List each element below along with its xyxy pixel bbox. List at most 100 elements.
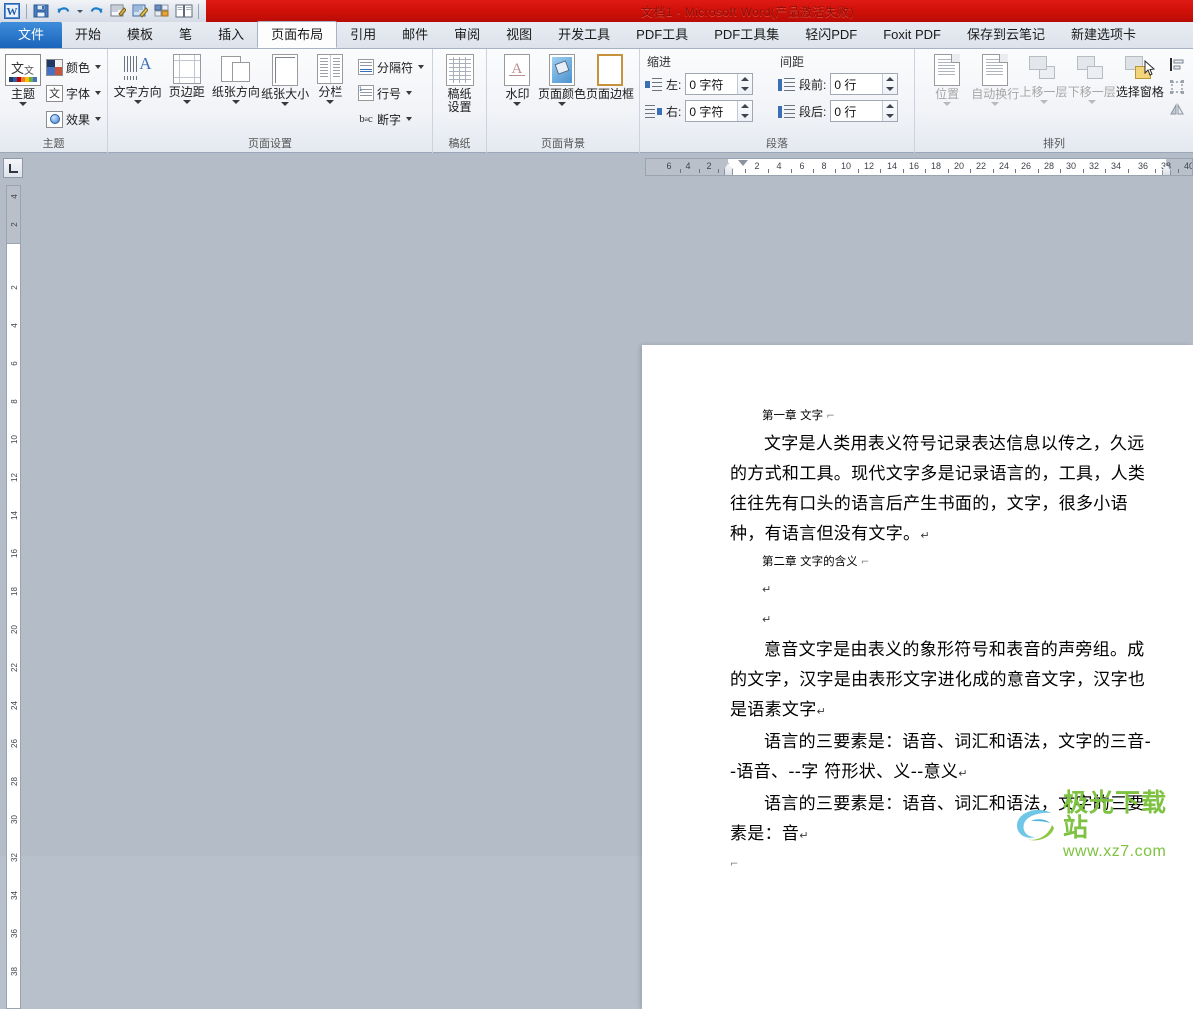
columns-button[interactable]: 分栏	[310, 52, 351, 104]
rotate-button[interactable]	[1166, 98, 1188, 120]
document-page[interactable]: 第一章 文字 ⌐ 文字是人类用表义符号记录表达信息以传之，久远的方式和工具。现代…	[642, 345, 1193, 1009]
spacing-before-spin-up[interactable]	[883, 74, 897, 84]
spacing-after-spin-up[interactable]	[883, 101, 897, 111]
redo-icon[interactable]	[86, 2, 106, 21]
tab-review[interactable]: 审阅	[441, 22, 493, 48]
ribbon-tab-bar[interactable]: 文件 开始 模板 笔 插入 页面布局 引用 邮件 审阅 视图 开发工具 PDF工…	[0, 21, 1193, 49]
indent-left-field[interactable]	[685, 73, 754, 95]
save-icon[interactable]	[31, 2, 51, 21]
indent-right-spin-down[interactable]	[738, 111, 752, 121]
undo-dropdown-icon[interactable]	[75, 2, 84, 21]
line-numbers-caret-icon[interactable]	[406, 91, 412, 95]
tab-mailings[interactable]: 邮件	[389, 22, 441, 48]
spacing-after-field[interactable]	[830, 100, 899, 122]
tab-save-to-cloud-note[interactable]: 保存到云笔记	[954, 22, 1058, 48]
theme-colors-caret-icon[interactable]	[95, 65, 102, 69]
quick-access-toolbar[interactable]: W	[0, 0, 223, 22]
themes-caret-icon[interactable]	[19, 102, 27, 106]
manuscript-settings-button[interactable]: 稿纸 设置	[438, 52, 481, 114]
spacing-before-spin-down[interactable]	[883, 84, 897, 94]
undo-icon[interactable]	[53, 2, 73, 21]
tab-file[interactable]: 文件	[0, 22, 63, 48]
indent-left-row: 左:	[645, 72, 772, 96]
tab-new-tab[interactable]: 新建选项卡	[1058, 22, 1149, 48]
indent-right-spin-up[interactable]	[738, 101, 752, 111]
spacing-before-field[interactable]	[830, 73, 899, 95]
page-color-caret-icon[interactable]	[557, 102, 566, 106]
tab-stop-selector[interactable]	[3, 158, 23, 178]
horizontal-ruler[interactable]: 6 4 2 2 4 6 8 10 12 14 16 18 20 22 24 26…	[645, 158, 1193, 176]
tab-pdf-tools[interactable]: PDF工具	[623, 22, 701, 48]
indent-left-spin-up[interactable]	[738, 74, 752, 84]
wrap-text-caret-icon[interactable]	[991, 102, 1000, 106]
margins-button[interactable]: 页边距	[162, 52, 211, 104]
watermark-caret-icon[interactable]	[513, 102, 522, 106]
indent-left-spin-down[interactable]	[738, 84, 752, 94]
position-caret-icon[interactable]	[943, 102, 952, 106]
bring-forward-button[interactable]: 上移一层	[1019, 52, 1068, 104]
tab-foxit-pdf[interactable]: Foxit PDF	[870, 22, 954, 48]
vertical-ruler[interactable]: 4 2 2 4 6 8 10 12 14 16 18 20 22 24 26 2…	[6, 185, 21, 1009]
bring-forward-caret-icon[interactable]	[1039, 100, 1048, 104]
watermark-button[interactable]: A 水印	[497, 52, 538, 106]
word-logo-icon[interactable]: W	[2, 2, 22, 21]
tab-lightpdf[interactable]: 轻闪PDF	[792, 22, 870, 48]
tab-pdf-toolset[interactable]: PDF工具集	[701, 22, 792, 48]
theme-fonts-button[interactable]: 文 字体	[43, 80, 104, 106]
table-icon[interactable]	[152, 2, 172, 21]
tab-home[interactable]: 开始	[62, 22, 114, 48]
columns-caret-icon[interactable]	[326, 100, 335, 104]
page-color-button[interactable]: 页面颜色	[538, 52, 586, 106]
group-button[interactable]	[1166, 76, 1188, 98]
heading-1-text: 第一章 文字	[762, 408, 824, 422]
line-numbers-button[interactable]: 1 行号	[355, 80, 427, 106]
breaks-caret-icon[interactable]	[418, 65, 424, 69]
page-color-label: 页面颜色	[537, 87, 586, 101]
themes-button[interactable]: 文文 主题	[5, 52, 41, 106]
indent-right-field[interactable]	[685, 100, 754, 122]
indent-right-input[interactable]	[686, 102, 739, 120]
send-backward-label: 下移一层	[1067, 85, 1116, 99]
wrap-text-label: 自动换行	[971, 87, 1020, 101]
theme-effects-caret-icon[interactable]	[95, 117, 102, 121]
tab-page-layout[interactable]: 页面布局	[257, 21, 338, 48]
align-button[interactable]	[1166, 54, 1188, 76]
wrap-text-button[interactable]: 自动换行	[971, 52, 1019, 106]
margins-caret-icon[interactable]	[182, 100, 191, 104]
text-direction-caret-icon[interactable]	[133, 100, 142, 104]
position-button[interactable]: 位置	[923, 52, 971, 106]
orientation-button[interactable]: 纸张方向	[211, 52, 260, 104]
first-line-indent-marker[interactable]	[738, 160, 748, 166]
breaks-button[interactable]: 分隔符	[355, 54, 427, 80]
page-borders-button[interactable]: 页面边框	[586, 52, 634, 101]
hyphenation-caret-icon[interactable]	[406, 117, 412, 121]
tab-developer[interactable]: 开发工具	[545, 22, 623, 48]
edit-icon[interactable]	[108, 2, 128, 21]
paper-size-button[interactable]: 纸张大小	[261, 52, 310, 106]
orientation-caret-icon[interactable]	[231, 100, 240, 104]
spacing-before-input[interactable]	[831, 75, 884, 93]
hruler-num: 12	[863, 161, 875, 171]
tab-pen[interactable]: 笔	[166, 22, 205, 48]
selection-pane-label: 选择窗格	[1115, 85, 1164, 99]
hruler-num: 10	[840, 161, 852, 171]
paper-size-caret-icon[interactable]	[281, 102, 290, 106]
hyphenation-button[interactable]: bac 断字	[355, 106, 427, 132]
screenshot-pen-icon[interactable]	[130, 2, 150, 21]
selection-pane-button[interactable]: 选择窗格	[1116, 52, 1164, 99]
indent-left-input[interactable]	[686, 75, 739, 93]
send-backward-caret-icon[interactable]	[1087, 100, 1096, 104]
send-backward-button[interactable]: 下移一层	[1068, 52, 1116, 104]
reading-icon[interactable]	[174, 2, 194, 21]
spacing-after-input[interactable]	[831, 102, 884, 120]
ribbon[interactable]: 文文 主题 颜色 文 字体 效果 主题 A 文字方向 页边距 纸张方向 纸张大小…	[0, 49, 1193, 153]
text-direction-button[interactable]: A 文字方向	[113, 52, 162, 104]
theme-effects-button[interactable]: 效果	[43, 106, 104, 132]
tab-references[interactable]: 引用	[337, 22, 389, 48]
tab-view[interactable]: 视图	[493, 22, 545, 48]
tab-insert[interactable]: 插入	[205, 22, 257, 48]
theme-fonts-caret-icon[interactable]	[95, 91, 102, 95]
theme-colors-button[interactable]: 颜色	[43, 54, 104, 80]
spacing-after-spin-down[interactable]	[883, 111, 897, 121]
tab-template[interactable]: 模板	[114, 22, 166, 48]
